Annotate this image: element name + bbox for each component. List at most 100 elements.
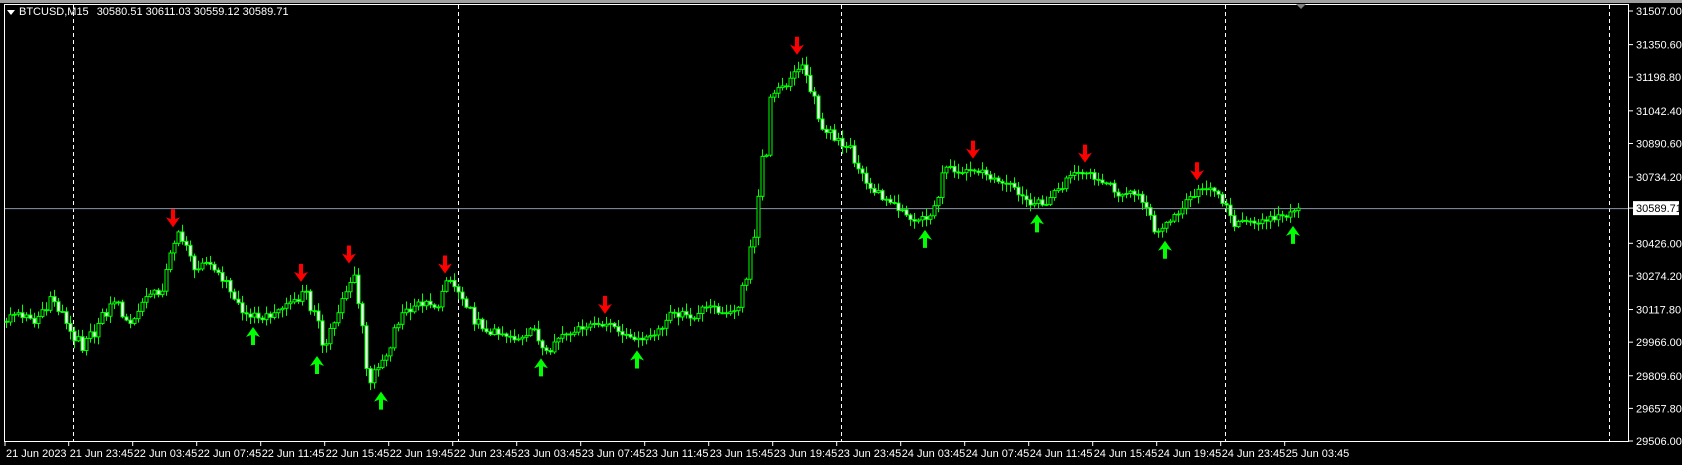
candle-body <box>224 279 229 282</box>
candle-body <box>80 336 85 352</box>
candle-body <box>92 331 97 338</box>
time-label: 22 Jun 15:45 <box>326 448 390 460</box>
price-label: 30274.20 <box>1636 271 1682 283</box>
candle-body <box>124 316 129 321</box>
candle-body <box>344 291 349 300</box>
candle-body <box>976 170 981 174</box>
candle-body <box>960 172 965 175</box>
candle-body <box>448 279 453 282</box>
candle-body <box>420 301 425 307</box>
candle-body <box>1044 203 1049 206</box>
candle-body <box>888 198 893 203</box>
candle-body <box>1076 171 1081 174</box>
candle-body <box>808 74 813 93</box>
candle-body <box>784 85 789 88</box>
price-label: 31350.60 <box>1636 40 1682 52</box>
candle-body <box>404 308 409 314</box>
candle-body <box>952 165 957 173</box>
candle-body <box>672 311 677 314</box>
candle-body <box>332 322 337 329</box>
price-label: 29809.60 <box>1636 371 1682 383</box>
time-label: 23 Jun 07:45 <box>582 448 646 460</box>
candle-body <box>660 327 665 330</box>
candle-body <box>840 137 845 147</box>
candle-body <box>540 340 545 349</box>
price-label: 30117.80 <box>1636 305 1681 317</box>
candle-body <box>300 291 305 302</box>
candle-body <box>1188 196 1193 201</box>
candle-body <box>76 336 81 342</box>
candle-body <box>1092 172 1097 180</box>
candle-body <box>536 328 541 342</box>
candle-body <box>636 337 641 341</box>
candle-body <box>228 279 233 293</box>
candle-body <box>632 336 637 341</box>
candle-body <box>272 312 277 318</box>
price-label: 29966.00 <box>1636 337 1682 349</box>
candle-body <box>112 301 117 305</box>
candle-body <box>692 317 697 320</box>
time-label: 24 Jun 07:45 <box>966 448 1030 460</box>
candle-body <box>192 255 197 271</box>
candle-body <box>1296 207 1301 212</box>
candle-body <box>96 322 101 338</box>
candle-body <box>1104 182 1109 185</box>
candle-body <box>544 347 549 352</box>
candle-body <box>148 293 153 298</box>
time-label: 24 Jun 19:45 <box>1158 448 1222 460</box>
time-label: 22 Jun 11:45 <box>262 448 325 460</box>
candle-body <box>1108 182 1113 185</box>
candle-body <box>780 85 785 89</box>
candle-body <box>820 118 825 130</box>
candle-body <box>428 300 433 306</box>
price-label: 31198.80 <box>1636 72 1681 84</box>
candle-body <box>944 166 949 174</box>
candle-body <box>1004 182 1009 185</box>
candle-body <box>740 284 745 308</box>
candle-body <box>424 300 429 307</box>
candle-body <box>1124 192 1129 195</box>
candle-body <box>128 319 133 324</box>
candle-body <box>928 215 933 220</box>
candle-body <box>552 341 557 353</box>
candle-body <box>308 290 313 312</box>
candle-body <box>800 64 805 70</box>
candle-body <box>584 326 589 330</box>
candle-body <box>1204 188 1209 191</box>
candle-body <box>16 312 21 315</box>
time-label: 24 Jun 15:45 <box>1094 448 1158 460</box>
candle-body <box>52 296 57 303</box>
candle-body <box>728 311 733 315</box>
candle-body <box>456 286 461 293</box>
candle-body <box>36 315 41 324</box>
candle-body <box>324 343 329 346</box>
candle-body <box>932 205 937 217</box>
candle-body <box>596 322 601 325</box>
dropdown-triangle-icon[interactable] <box>7 9 15 15</box>
candle-body <box>312 310 317 313</box>
candle-body <box>328 327 333 345</box>
candle-body <box>1024 195 1029 201</box>
candle-body <box>912 219 917 222</box>
plot-area-border <box>4 4 1629 442</box>
time-label: 22 Jun 23:45 <box>454 448 518 460</box>
candle-body <box>524 335 529 338</box>
candle-body <box>20 312 25 319</box>
candle-body <box>168 252 173 271</box>
candle-body <box>388 347 393 357</box>
candle-body <box>676 312 681 318</box>
candle-body <box>492 328 497 335</box>
candle-body <box>884 198 889 201</box>
candle-body <box>1256 222 1261 225</box>
candle-body <box>744 278 749 286</box>
candle-body <box>816 95 821 120</box>
candle-body <box>280 307 285 311</box>
candle-body <box>812 91 817 97</box>
price-chart[interactable]: 31507.00 31350.60 31198.80 31042.40 30890.60… <box>0 0 1682 465</box>
candle-body <box>936 196 941 207</box>
candle-body <box>1148 207 1153 216</box>
candle-body <box>236 298 241 304</box>
candle-body <box>868 182 873 189</box>
candle-body <box>412 305 417 313</box>
price-label: 30734.20 <box>1636 172 1682 184</box>
